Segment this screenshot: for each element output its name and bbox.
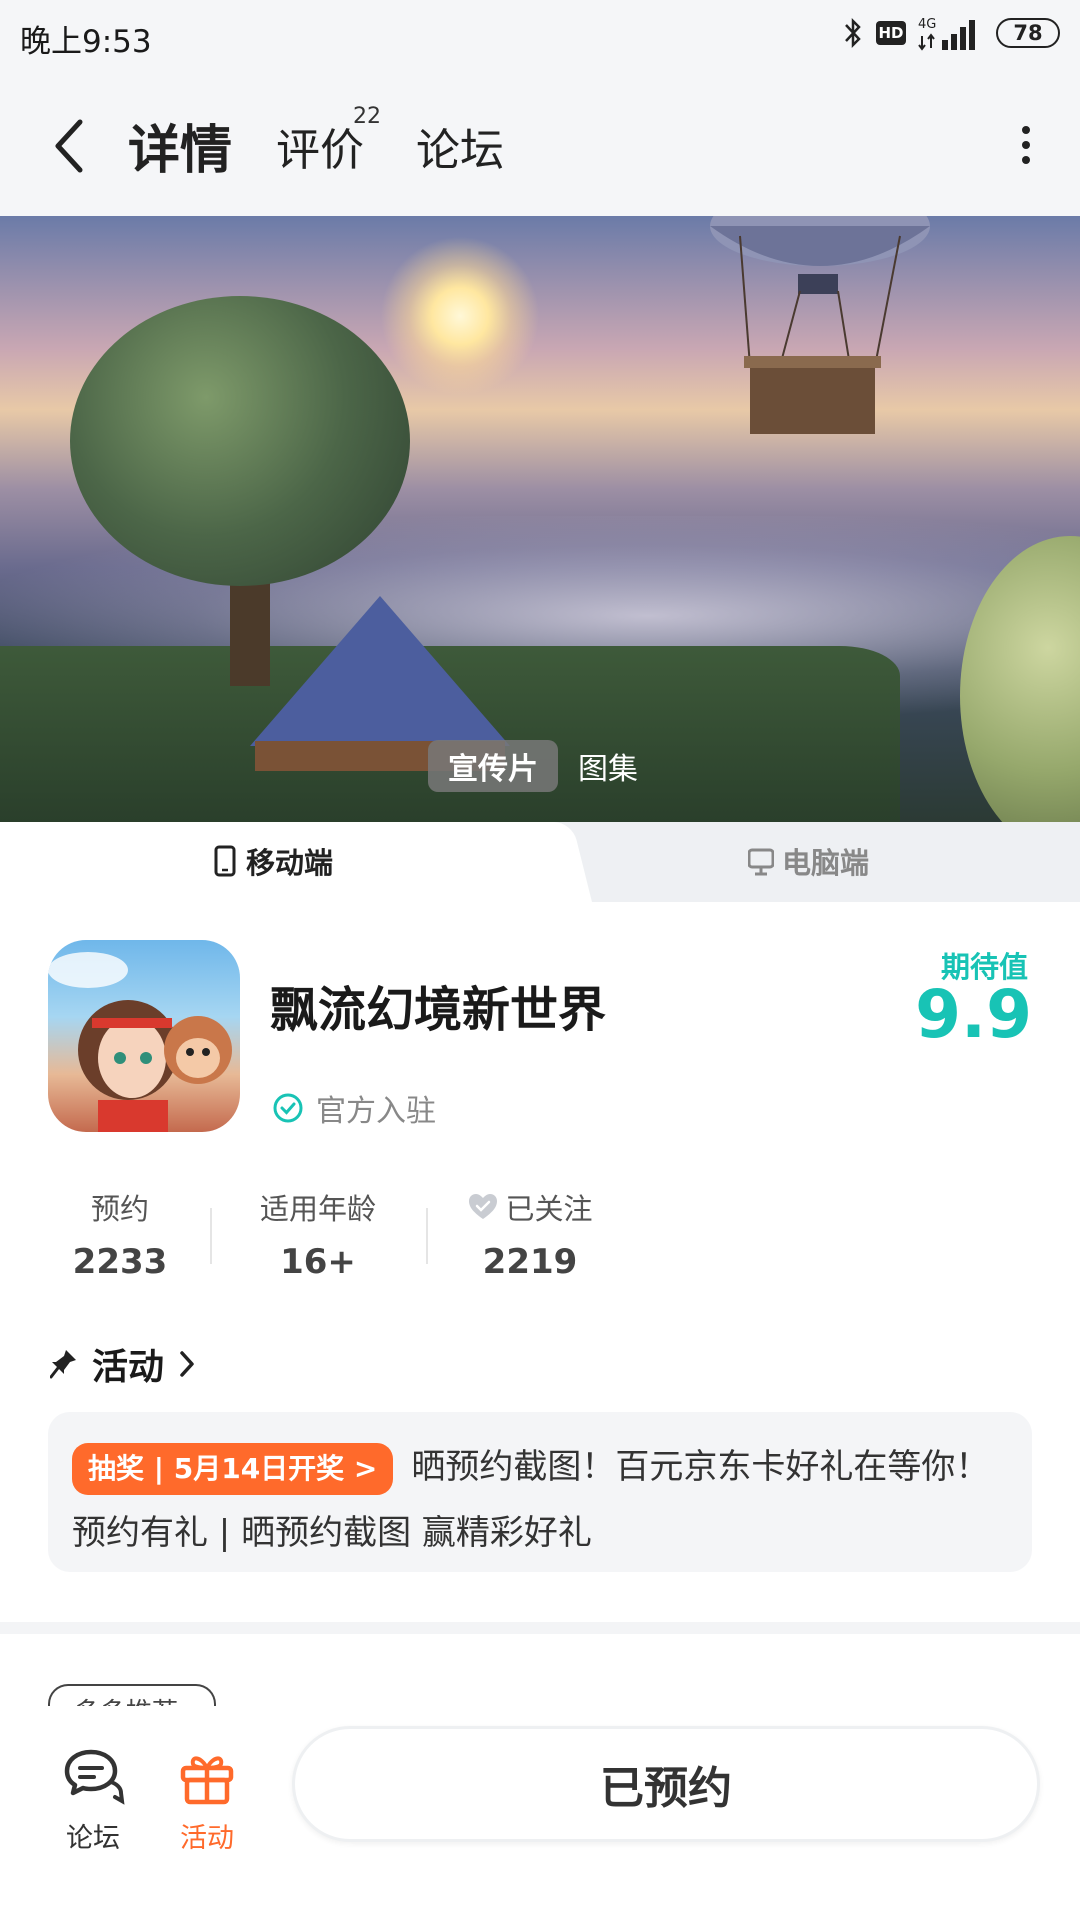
recommendation-chip-label: 多多推荐 [50,1692,214,1706]
status-icons: HD 4G 78 [842,14,1060,52]
stat-following-label-row: 已关注 [460,1186,600,1228]
more-menu-icon[interactable] [1016,124,1036,166]
app-icon-art [48,952,232,1132]
stat-divider [426,1208,428,1264]
tab-detail[interactable]: 详情 [122,108,239,183]
app-title: 飘流幻境新世界 [270,982,607,1038]
pin-icon [50,1350,76,1379]
media-tab-video[interactable]: 宣传片 [428,740,558,792]
banner-sun [380,236,540,396]
back-arrow-icon[interactable] [50,116,90,176]
media-toggle: 宣传片 图集 [428,740,658,792]
phone-icon [214,845,236,877]
banner-tent [250,596,510,746]
bottom-activity-label: 活动 [180,1823,234,1854]
stat-reservations: 预约 2233 [60,1186,180,1282]
platform-tabs: 移动端 电脑端 [0,822,1080,902]
bottom-forum-label: 论坛 [66,1823,120,1854]
gift-icon [180,1756,234,1805]
signal-icon: 4G [918,17,975,51]
lottery-badge[interactable]: 抽奖 | 5月14日开奖 > [72,1442,394,1495]
status-time: 晚上9:53 [20,24,152,60]
bottom-action-bar: 论坛 活动 已预约 [0,1706,1080,1920]
verified-check-icon [273,1093,303,1123]
chat-icon [64,1749,125,1805]
stat-reservations-label: 预约 [90,1192,149,1226]
tab-review[interactable]: 评价 [276,114,364,178]
promo-banner[interactable]: 宣传片 图集 [0,216,1080,822]
status-bar: 晚上9:53 HD 4G 78 [0,0,1080,72]
heart-icon [469,1194,498,1219]
review-count-badge: 22 [353,104,381,129]
recommendation-chip[interactable]: 多多推荐 [48,1684,216,1706]
stat-reservations-value: 2233 [72,1242,168,1282]
app-icon [48,940,240,1132]
activity-title: 活动 [92,1347,165,1388]
chevron-right-icon [180,1351,194,1377]
bluetooth-icon [845,17,861,49]
platform-tab-mobile[interactable]: 移动端 [212,840,333,882]
section-separator [0,1622,1080,1634]
hd-badge: HD [876,21,906,45]
tab-forum[interactable]: 论坛 [416,114,504,178]
stat-age: 适用年龄 16+ [250,1186,386,1282]
activity-card[interactable]: 抽奖 | 5月14日开奖 > 晒预约截图！百元京东卡好礼在等你！ 预约有礼 | 晒… [48,1412,1032,1572]
monitor-icon [748,848,774,876]
media-tab-gallery[interactable]: 图集 [558,740,658,792]
battery-indicator: 78 [996,18,1060,48]
stat-age-value: 16+ [280,1242,356,1282]
banner-tree [70,296,410,586]
official-label: 官方入驻 [316,1094,436,1129]
bottom-activity-button[interactable]: 活动 [162,1746,252,1855]
stat-divider [210,1208,212,1264]
activity-header[interactable]: 活动 [50,1338,196,1390]
official-verified: 官方入驻 [272,1086,436,1130]
network-type: 4G [918,17,936,32]
hot-air-balloon-illustration [710,216,930,434]
expect-score: 9.9 [915,976,1032,1053]
stat-following-label: 已关注 [505,1192,593,1226]
stat-age-label: 适用年龄 [259,1192,376,1226]
stat-following[interactable]: 已关注 2219 [460,1186,600,1282]
stat-following-value: 2219 [482,1242,578,1282]
reserved-button[interactable]: 已预约 [292,1726,1040,1842]
platform-tab-mobile-label: 移动端 [246,846,334,880]
tab-detail-label: 详情 [128,121,233,181]
bottom-forum-button[interactable]: 论坛 [48,1746,138,1855]
platform-tab-pc[interactable]: 电脑端 [748,840,869,882]
platform-tab-pc-label: 电脑端 [782,846,870,880]
activity-content: 抽奖 | 5月14日开奖 > 晒预约截图！百元京东卡好礼在等你！ 预约有礼 | 晒… [72,1434,1012,1566]
top-nav: 详情 评价 22 论坛 [0,72,1080,216]
